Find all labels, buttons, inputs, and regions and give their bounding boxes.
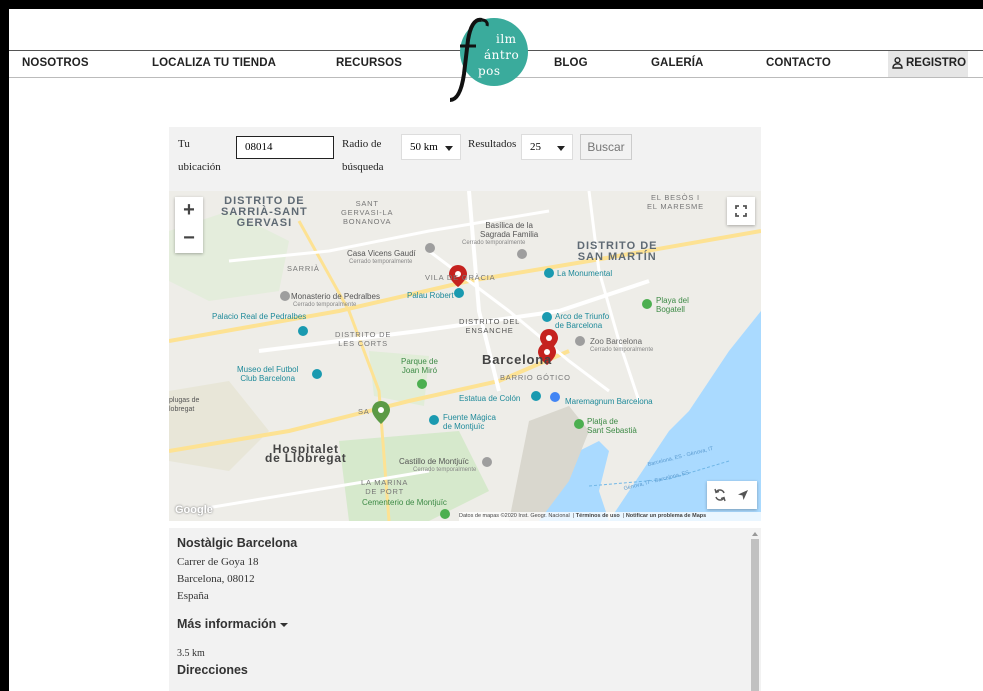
map-attribution: Datos de mapas ©2020 Inst. Geogr. Nacion… xyxy=(459,512,761,521)
chevron-down-icon xyxy=(445,146,453,151)
results-select-value: 25 xyxy=(530,141,541,153)
chevron-down-icon xyxy=(557,146,565,151)
radius-select[interactable]: 50 km xyxy=(401,134,461,160)
map-label-besos: EL BESÒS I EL MARESME xyxy=(647,193,704,211)
fullscreen-button[interactable] xyxy=(727,197,755,225)
nav-galeria[interactable]: GALERÍA xyxy=(651,57,703,69)
map-label-sarria: DISTRITO DE SARRIÀ-SANT GERVASI xyxy=(221,195,308,229)
map-label-platjas: plugas de lobregat xyxy=(169,397,200,413)
map-label-barcelona: Barcelona xyxy=(482,352,553,367)
map-label-sagrada: Basílica de la Sagrada Familia xyxy=(480,221,539,239)
store-name: Nostàlgic Barcelona xyxy=(177,536,298,550)
map-label-sants: SA xyxy=(358,407,370,416)
map-label-hospitalet: Hospitalet de Llobregat xyxy=(265,442,347,465)
map-label-museo-futbol: Museo del Futbol Club Barcelona xyxy=(237,365,299,383)
location-input-value: 08014 xyxy=(245,141,273,153)
attribution-text: Datos de mapas ©2020 Inst. Geogr. Nacion… xyxy=(459,513,570,519)
store-map[interactable]: DISTRITO DE SARRIÀ-SANT GERVASI SANT GERVAS… xyxy=(169,191,761,521)
map-label-gotico: BARRIO GÓTICO xyxy=(500,373,571,382)
window-frame-left xyxy=(0,0,9,691)
map-extra-controls xyxy=(707,481,757,509)
store-street: Carrer de Goya 18 xyxy=(177,556,259,568)
window-frame-top xyxy=(0,0,983,9)
caret-down-icon xyxy=(280,622,289,627)
map-label-vicens-sub: Cerrado temporalmente xyxy=(349,259,413,265)
nav-contacto[interactable]: CONTACTO xyxy=(766,57,831,69)
registro-label: REGISTRO xyxy=(906,57,967,69)
map-label-ensanche: DISTRITO DEL ENSANCHE xyxy=(459,317,521,335)
nav-localiza-tu-tienda[interactable]: LOCALIZA TU TIENDA xyxy=(152,57,276,69)
logo-text-1: ilm xyxy=(496,32,517,46)
map-label-pedralbes: Monasterio de Pedralbes xyxy=(291,292,380,301)
map-label-marina: LA MARINA DE PORT xyxy=(361,478,409,496)
map-label-palau-robert: Palau Robert xyxy=(407,291,454,300)
locate-arrow-icon[interactable] xyxy=(736,488,750,502)
map-label-colon: Estatua de Colón xyxy=(459,394,521,403)
map-label-castillo: Castillo de Montjuïc xyxy=(399,457,469,466)
map-label-bogatell: Playa del Bogatell xyxy=(656,296,689,314)
terms-link[interactable]: Términos de uso xyxy=(576,513,620,519)
map-label-sant-gervasi: SANT GERVASI-LA BONANOVA xyxy=(341,199,394,226)
nav-registro-button[interactable]: REGISTRO xyxy=(888,51,968,77)
store-distance: 3.5 km xyxy=(177,648,205,659)
nav-blog[interactable]: BLOG xyxy=(554,57,588,69)
directions-link[interactable]: Direcciones xyxy=(177,663,248,677)
radius-select-value: 50 km xyxy=(410,141,438,153)
more-info-label: Más información xyxy=(177,617,277,631)
radius-label-2: búsqueda xyxy=(342,161,384,173)
more-info-toggle[interactable]: Más información xyxy=(177,617,289,631)
map-label-sagrada-sub: Cerrado temporalmente xyxy=(462,240,526,246)
map-label-cementerio: Cementerio de Montjuïc xyxy=(362,498,447,507)
map-label-miro: Parque de Joan Miró xyxy=(401,357,438,375)
google-logo: Google xyxy=(175,504,213,516)
map-label-sant-marti: DISTRITO DE SAN MARTÍN xyxy=(577,240,658,263)
zoom-controls: + − xyxy=(175,197,203,253)
results-label: Resultados xyxy=(468,138,517,150)
nav-recursos[interactable]: RECURSOS xyxy=(336,57,402,69)
scroll-up-arrow[interactable] xyxy=(752,532,758,536)
filmantropos-logo[interactable]: ilm ántro pos xyxy=(446,16,532,102)
refresh-icon[interactable] xyxy=(713,488,727,502)
map-label-fuente: Fuente Mágica de Montjuïc xyxy=(443,413,496,431)
map-label-zoo-sub: Cerrado temporalmente xyxy=(590,347,654,353)
location-label-2: ubicación xyxy=(178,161,221,173)
nav-nosotros[interactable]: NOSOTROS xyxy=(22,57,89,69)
map-label-zoo: Zoo Barcelona xyxy=(590,337,643,346)
map-label-sebastia: Platja de Sant Sebastià xyxy=(587,417,637,435)
radius-label-1: Radio de xyxy=(342,138,382,150)
map-label-palacio: Palacio Real de Pedralbes xyxy=(212,312,307,321)
results-select[interactable]: 25 xyxy=(521,134,573,160)
location-label-1: Tu xyxy=(178,138,190,150)
map-label-sarria-2: SARRIÀ xyxy=(287,264,320,273)
map-label-gracia: VILA DE GRÀCIA xyxy=(425,273,496,282)
map-label-monumental: La Monumental xyxy=(557,269,613,278)
map-label-pedralbes-sub: Cerrado temporalmente xyxy=(293,302,357,308)
results-scrollbar-thumb[interactable] xyxy=(751,539,759,691)
map-label-vicens: Casa Vicens Gaudí xyxy=(347,249,416,258)
store-city: Barcelona, 08012 xyxy=(177,573,255,585)
zoom-in-button[interactable]: + xyxy=(175,197,203,225)
location-input[interactable]: 08014 xyxy=(236,136,334,159)
logo-text-3: pos xyxy=(478,64,501,78)
user-icon xyxy=(892,57,903,69)
zoom-out-button[interactable]: − xyxy=(175,225,203,253)
report-link[interactable]: Notificar un problema de Maps xyxy=(626,513,706,519)
map-label-arco: Arco de Triunfo de Barcelona xyxy=(555,312,610,330)
store-search-form: Tu ubicación 08014 Radio de búsqueda 50 … xyxy=(169,127,761,191)
map-label-les-corts: DISTRITO DE LES CORTS xyxy=(335,330,392,348)
map-label-maremagnum: Maremagnum Barcelona xyxy=(565,397,653,406)
store-results-panel: Nostàlgic Barcelona Carrer de Goya 18 Ba… xyxy=(169,528,761,691)
fullscreen-icon xyxy=(735,205,747,217)
map-label-castillo-sub: Cerrado temporalmente xyxy=(413,467,477,473)
store-marker-green[interactable] xyxy=(372,401,390,424)
logo-text-2: ántro xyxy=(484,48,520,62)
search-button[interactable]: Buscar xyxy=(580,134,632,160)
store-country: España xyxy=(177,590,209,602)
